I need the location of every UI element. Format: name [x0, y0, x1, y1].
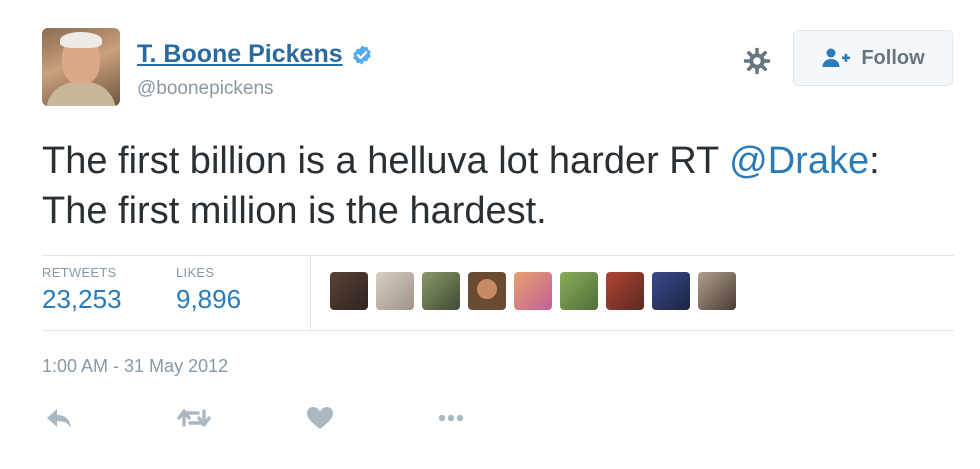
liker-avatar[interactable] — [422, 272, 460, 310]
liker-avatar[interactable] — [468, 272, 506, 310]
liker-avatar[interactable] — [330, 272, 368, 310]
liker-avatar[interactable] — [376, 272, 414, 310]
retweets-count: 23,253 — [42, 284, 122, 314]
user-avatar[interactable] — [42, 28, 120, 106]
retweets-stat[interactable]: RETWEETS 23,253 — [42, 265, 122, 315]
follow-button[interactable]: Follow — [793, 30, 953, 86]
likes-stat[interactable]: LIKES 9,896 — [176, 265, 241, 315]
avatar-hair — [60, 32, 102, 48]
stats-top-divider — [42, 255, 954, 256]
liker-avatar[interactable] — [606, 272, 644, 310]
stats-bottom-divider — [42, 330, 954, 331]
liker-avatar[interactable] — [652, 272, 690, 310]
avatar-shirt — [46, 82, 116, 106]
tweet-text: The first billion is a helluva lot harde… — [42, 136, 942, 236]
mention-link[interactable]: @Drake — [729, 140, 869, 182]
liker-avatar[interactable] — [560, 272, 598, 310]
author-name-row: T. Boone Pickens — [137, 40, 373, 69]
person-add-icon — [822, 48, 851, 67]
retweet-icon[interactable] — [176, 405, 212, 431]
liker-avatars — [330, 272, 736, 310]
reply-icon[interactable] — [44, 405, 74, 431]
gear-icon[interactable] — [742, 46, 772, 76]
stats-vertical-divider — [310, 256, 311, 330]
liker-avatar[interactable] — [514, 272, 552, 310]
tweet-timestamp[interactable]: 1:00 AM - 31 May 2012 — [42, 356, 228, 377]
verified-badge-icon — [352, 44, 371, 65]
likes-count: 9,896 — [176, 284, 242, 314]
tweet-text-part1: The first billion is a helluva lot harde… — [42, 140, 730, 182]
retweets-label: RETWEETS — [42, 265, 117, 280]
author-handle[interactable]: @boonepickens — [137, 78, 274, 100]
follow-label: Follow — [861, 46, 925, 69]
likes-label: LIKES — [176, 265, 215, 280]
author-name[interactable]: T. Boone Pickens — [137, 40, 343, 69]
like-icon[interactable] — [305, 405, 335, 431]
liker-avatar[interactable] — [698, 272, 736, 310]
more-icon[interactable] — [436, 405, 466, 431]
